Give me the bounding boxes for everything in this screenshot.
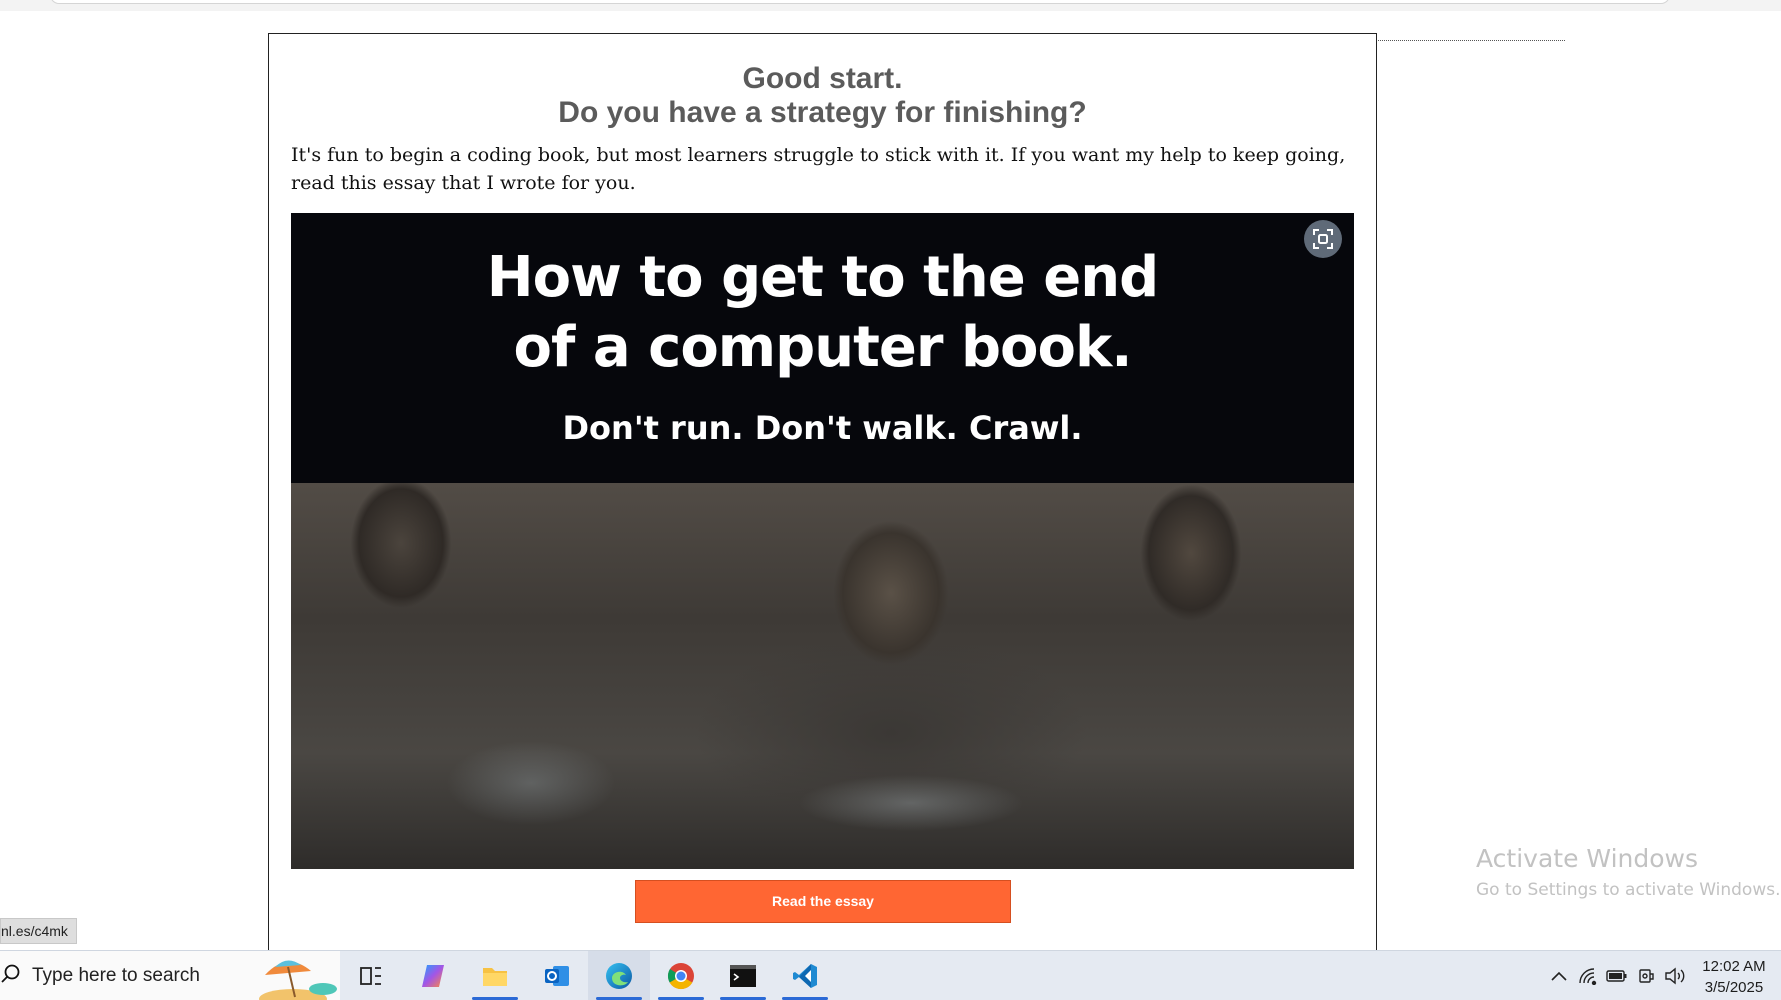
clock-time: 12:02 AM [1702, 958, 1766, 975]
dialog-heading: Good start. Do you have a strategy for f… [269, 62, 1376, 130]
watermark-title: Activate Windows [1476, 844, 1698, 873]
volume-icon[interactable] [1662, 951, 1688, 1000]
outlook-icon[interactable] [526, 951, 588, 1000]
fullscreen-icon[interactable] [1304, 220, 1342, 258]
activate-windows-watermark: Activate Windows Go to Settings to activ… [1476, 843, 1781, 903]
dialog-heading-line2: Do you have a strategy for finishing? [558, 96, 1087, 129]
terminal-icon[interactable] [712, 951, 774, 1000]
taskbar-clock[interactable]: 12:02 AM 3/5/2025 [1690, 956, 1778, 998]
edge-icon[interactable] [588, 951, 650, 1000]
hero-subtitle: Don't run. Don't walk. Crawl. [562, 409, 1083, 447]
mud-crawl-photo [291, 483, 1354, 869]
taskbar-search[interactable]: Type here to search [0, 951, 340, 1000]
watermark-subtitle: Go to Settings to activate Windows. [1476, 880, 1781, 900]
chevron-up-icon[interactable] [1548, 951, 1570, 1000]
browser-page: Good start. Do you have a strategy for f… [0, 0, 1781, 1000]
dotted-line [1355, 40, 1565, 42]
windows-taskbar: Type here to search 12:02 AM 3/5/2025 [0, 950, 1781, 1000]
search-placeholder: Type here to search [32, 965, 200, 986]
address-bar[interactable] [50, 0, 1670, 4]
browser-toolbar [0, 0, 1781, 11]
status-bar-url: nl.es/c4mk [0, 918, 77, 944]
hero-title-line2: of a computer book. [513, 315, 1133, 380]
hero-title: How to get to the end of a computer book… [291, 243, 1354, 383]
beach-umbrella-icon [259, 960, 337, 1000]
read-essay-button[interactable]: Read the essay [635, 880, 1011, 923]
file-explorer-icon[interactable] [464, 951, 526, 1000]
task-view-icon[interactable] [340, 951, 402, 1000]
search-icon [0, 963, 22, 990]
network-icon[interactable] [1576, 951, 1600, 1000]
dialog-intro-text: It's fun to begin a coding book, but mos… [291, 144, 1346, 194]
copilot-icon[interactable] [402, 951, 464, 1000]
hero-title-line1: How to get to the end [486, 245, 1159, 310]
clock-date: 3/5/2025 [1704, 979, 1764, 996]
essay-dialog: Good start. Do you have a strategy for f… [268, 33, 1377, 951]
dialog-heading-line1: Good start. [742, 62, 903, 95]
battery-icon[interactable] [1604, 951, 1630, 1000]
chrome-icon[interactable] [650, 951, 712, 1000]
device-icon[interactable] [1634, 951, 1658, 1000]
vscode-icon[interactable] [774, 951, 836, 1000]
hero-image: How to get to the end of a computer book… [291, 213, 1354, 869]
